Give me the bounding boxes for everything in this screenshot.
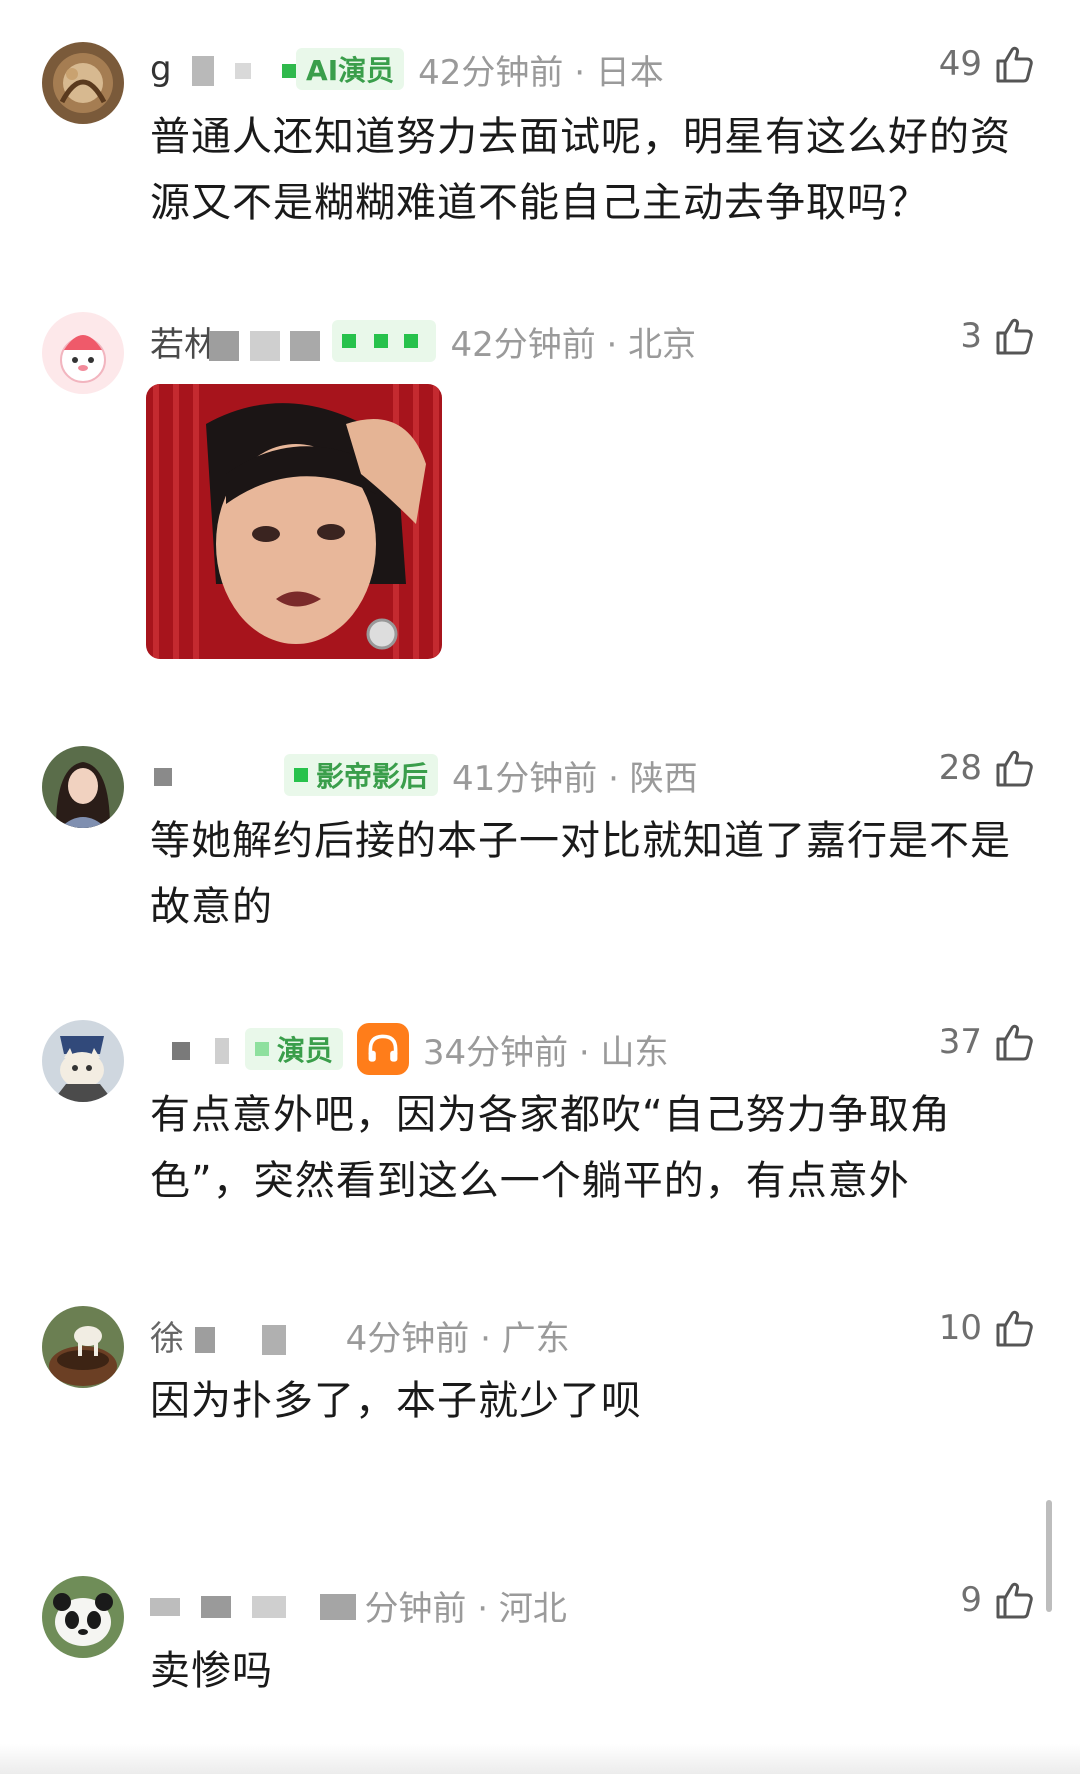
like-count: 28 (938, 748, 982, 788)
like-button[interactable]: 28 (939, 746, 1036, 790)
time-location: 4分钟前 · 广东 (345, 1318, 570, 1359)
comment-text: 等她解约后接的本子一对比就知道了嘉行是不是故意的 (150, 818, 1011, 930)
panda-avatar-icon (42, 1576, 124, 1658)
user-badge: AI演员 (296, 48, 405, 90)
user-avatar[interactable] (42, 1306, 124, 1388)
like-button[interactable]: 3 (960, 314, 1036, 358)
username[interactable]: 徐 (150, 1311, 286, 1360)
comment-text: 有点意外吧，因为各家都吹“自己努力争取角色”，突然看到这么一个躺平的，有点意外 (150, 1092, 951, 1204)
user-avatar[interactable] (42, 746, 124, 828)
like-count: 3 (960, 316, 982, 356)
user-badge: 演员 (244, 1028, 343, 1070)
user-badge: 影帝影后 (284, 754, 439, 796)
meme-image-icon (146, 384, 442, 659)
like-count: 49 (938, 44, 982, 84)
user-avatar[interactable] (42, 312, 124, 394)
strawberry-cartoon-avatar-icon (42, 312, 124, 394)
like-button[interactable]: 9 (960, 1578, 1036, 1622)
thumbs-up-icon (992, 42, 1036, 86)
scrollbar[interactable] (1046, 1500, 1052, 1612)
like-count: 37 (938, 1022, 982, 1062)
comment-text: 卖惨吗 (150, 1648, 273, 1694)
username[interactable]: g (150, 49, 297, 89)
username[interactable]: 若林 (150, 317, 321, 366)
ornate-art-avatar-icon (42, 42, 124, 124)
time-location: 41分钟前 · 陕西 (452, 758, 698, 799)
comment-image[interactable] (146, 384, 442, 659)
girl-portrait-avatar-icon (42, 746, 124, 828)
like-count: 9 (960, 1580, 982, 1620)
username[interactable] (150, 1029, 229, 1069)
time-location: 42分钟前 · 北京 (450, 324, 697, 365)
thumbs-up-icon (992, 314, 1036, 358)
time-location: 34分钟前 · 山东 (422, 1032, 669, 1073)
username[interactable] (150, 755, 172, 795)
like-button[interactable]: 49 (939, 42, 1036, 86)
goat-avatar-icon (42, 1306, 124, 1388)
like-button[interactable]: 37 (939, 1020, 1036, 1064)
user-avatar[interactable] (42, 42, 124, 124)
user-avatar[interactable] (42, 1020, 124, 1102)
thumbs-up-icon (992, 1306, 1036, 1350)
like-button[interactable]: 10 (939, 1306, 1036, 1350)
comment-text: 因为扑多了，本子就少了呗 (150, 1378, 642, 1424)
username[interactable] (150, 1585, 357, 1625)
headphones-icon (356, 1023, 409, 1075)
cat-avatar-icon (42, 1020, 124, 1102)
thumbs-up-icon (992, 1020, 1036, 1064)
bottom-edge (0, 1744, 1080, 1774)
comment-text: 普通人还知道努力去面试呢，明星有这么好的资源又不是糊糊难道不能自己主动去争取吗？ (150, 114, 1011, 226)
thumbs-up-icon (992, 1578, 1036, 1622)
like-count: 10 (938, 1308, 982, 1348)
user-avatar[interactable] (42, 1576, 124, 1658)
time-location: 分钟前 · 河北 (364, 1588, 567, 1629)
user-badge (332, 320, 437, 362)
thumbs-up-icon (992, 746, 1036, 790)
time-location: 42分钟前 · 日本 (418, 52, 664, 93)
